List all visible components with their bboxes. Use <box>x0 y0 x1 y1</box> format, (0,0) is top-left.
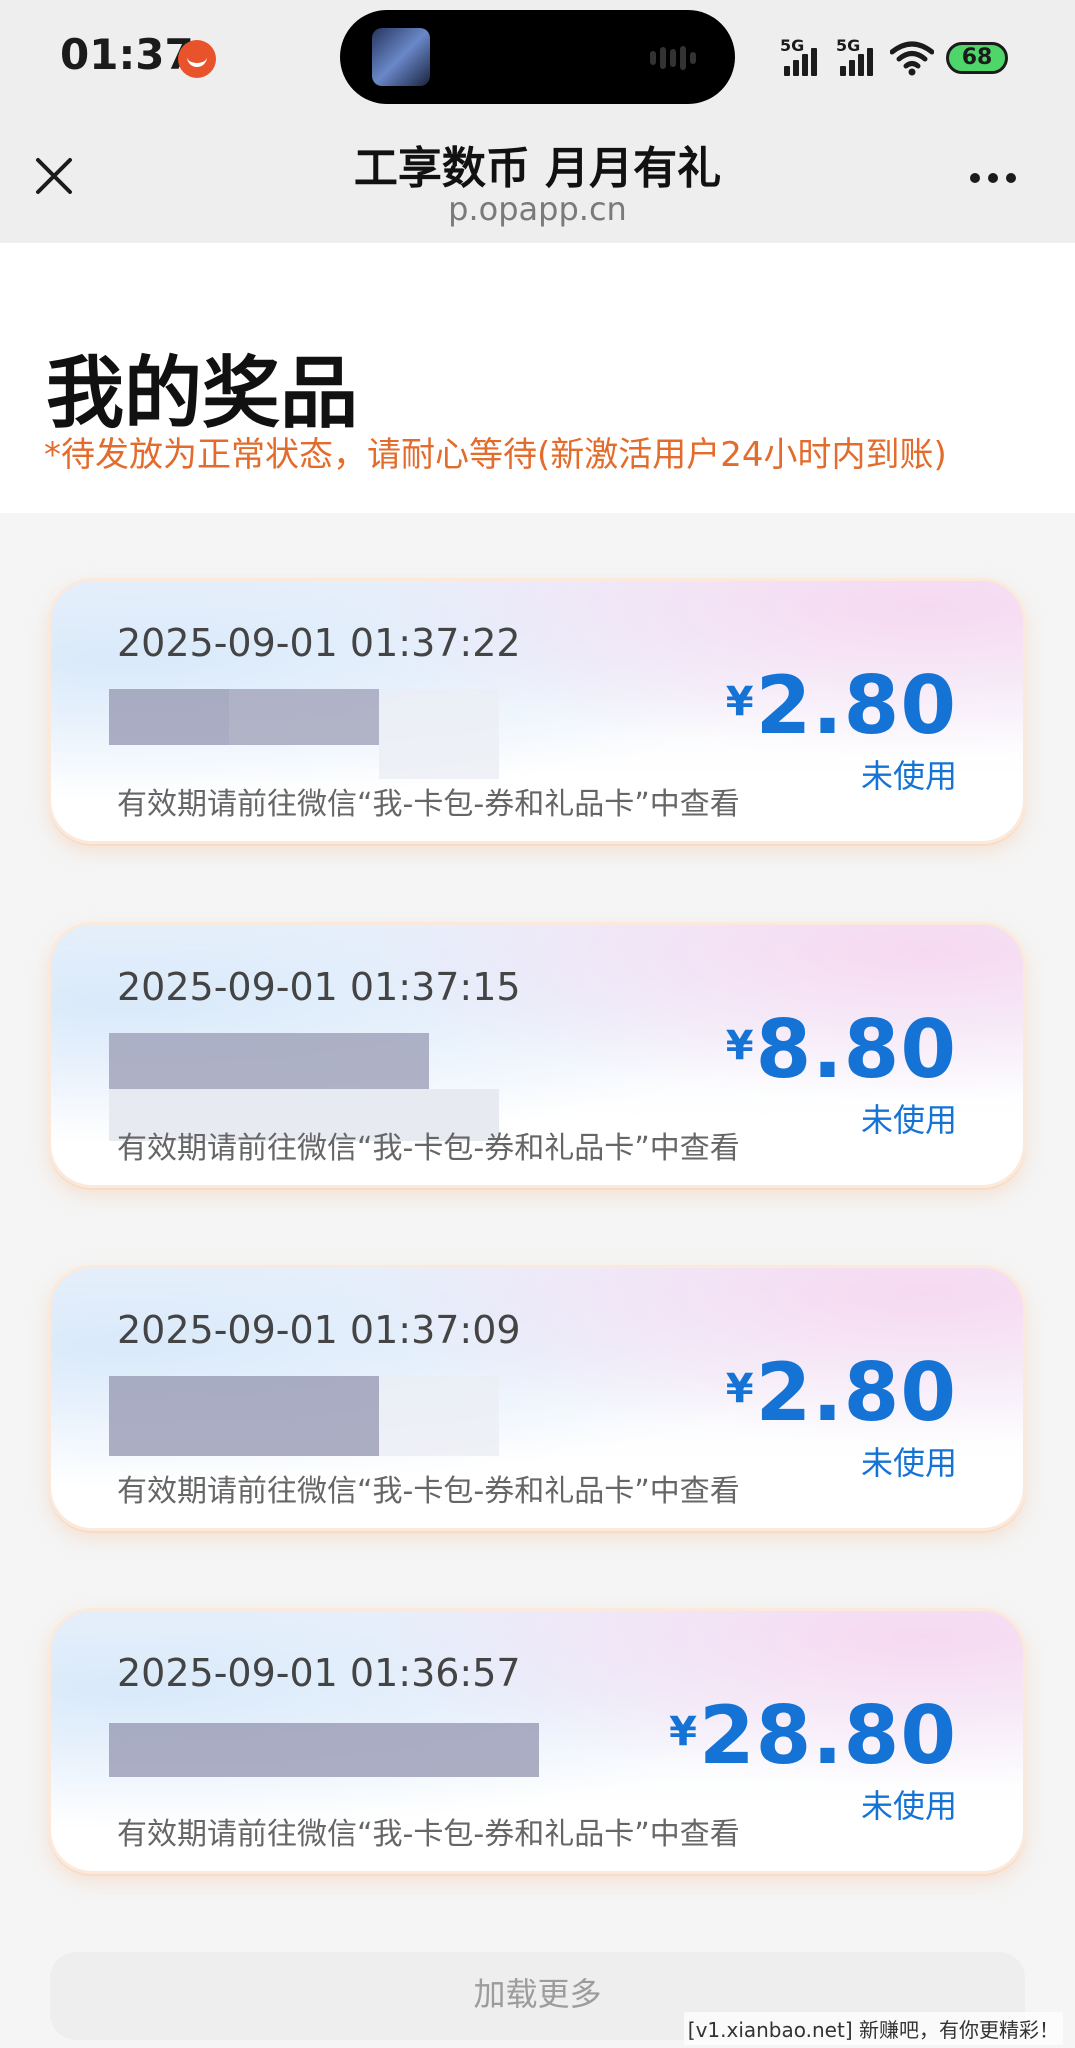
wifi-icon <box>890 41 934 76</box>
prize-date: 2025-09-01 01:37:22 <box>117 621 521 665</box>
prize-card[interactable]: 2025-09-01 01:37:22 有效期请前往微信“我-卡包-券和礼品卡”… <box>48 578 1026 844</box>
prize-card[interactable]: 2025-09-01 01:37:15 有效期请前往微信“我-卡包-券和礼品卡”… <box>48 922 1026 1188</box>
page-nav-title: 工享数币 月月有礼 <box>353 143 722 194</box>
prize-hint: 有效期请前往微信“我-卡包-券和礼品卡”中查看 <box>117 1474 740 1509</box>
app-notification-icon <box>178 40 216 78</box>
prizes-header: 我的奖品 *待发放为正常状态，请耐心等待(新激活用户24小时内到账) <box>0 243 1075 513</box>
prize-hint: 有效期请前往微信“我-卡包-券和礼品卡”中查看 <box>117 1817 740 1852</box>
dynamic-island[interactable] <box>340 10 735 104</box>
prize-amount: ¥8.80 <box>725 1003 957 1096</box>
prize-hint: 有效期请前往微信“我-卡包-券和礼品卡”中查看 <box>117 1131 740 1166</box>
prize-date: 2025-09-01 01:37:15 <box>117 965 521 1009</box>
prize-amount: ¥2.80 <box>725 1346 957 1439</box>
prize-amount: ¥28.80 <box>669 1689 957 1782</box>
prize-status: 未使用 <box>860 1101 957 1139</box>
status-time: 01:37 <box>60 30 194 79</box>
audio-wave-icon <box>650 46 710 70</box>
prize-card[interactable]: 2025-09-01 01:37:09 有效期请前往微信“我-卡包-券和礼品卡”… <box>48 1265 1026 1531</box>
prize-date: 2025-09-01 01:37:09 <box>117 1308 521 1352</box>
signal-icon: 5G <box>780 36 830 76</box>
media-thumbnail <box>372 28 430 86</box>
more-icon[interactable] <box>970 168 1030 188</box>
prize-status: 未使用 <box>860 757 957 795</box>
nav-bar: 工享数币 月月有礼 p.opapp.cn <box>0 118 1075 243</box>
battery-icon: 68 <box>946 42 1008 74</box>
prize-date: 2025-09-01 01:36:57 <box>117 1651 521 1695</box>
prize-hint: 有效期请前往微信“我-卡包-券和礼品卡”中查看 <box>117 787 740 822</box>
pending-notice: *待发放为正常状态，请耐心等待(新激活用户24小时内到账) <box>44 435 947 475</box>
prize-amount: ¥2.80 <box>725 659 957 752</box>
prize-status: 未使用 <box>860 1444 957 1482</box>
prize-card[interactable]: 2025-09-01 01:36:57 有效期请前往微信“我-卡包-券和礼品卡”… <box>48 1608 1026 1874</box>
watermark: [v1.xianbao.net] 新赚吧，有你更精彩！ <box>683 2012 1063 2045</box>
status-bar: 01:37 5G 5G 68 <box>0 0 1075 118</box>
signal-icon: 5G <box>836 36 886 76</box>
prize-status: 未使用 <box>860 1787 957 1825</box>
page-url: p.opapp.cn <box>448 190 627 228</box>
